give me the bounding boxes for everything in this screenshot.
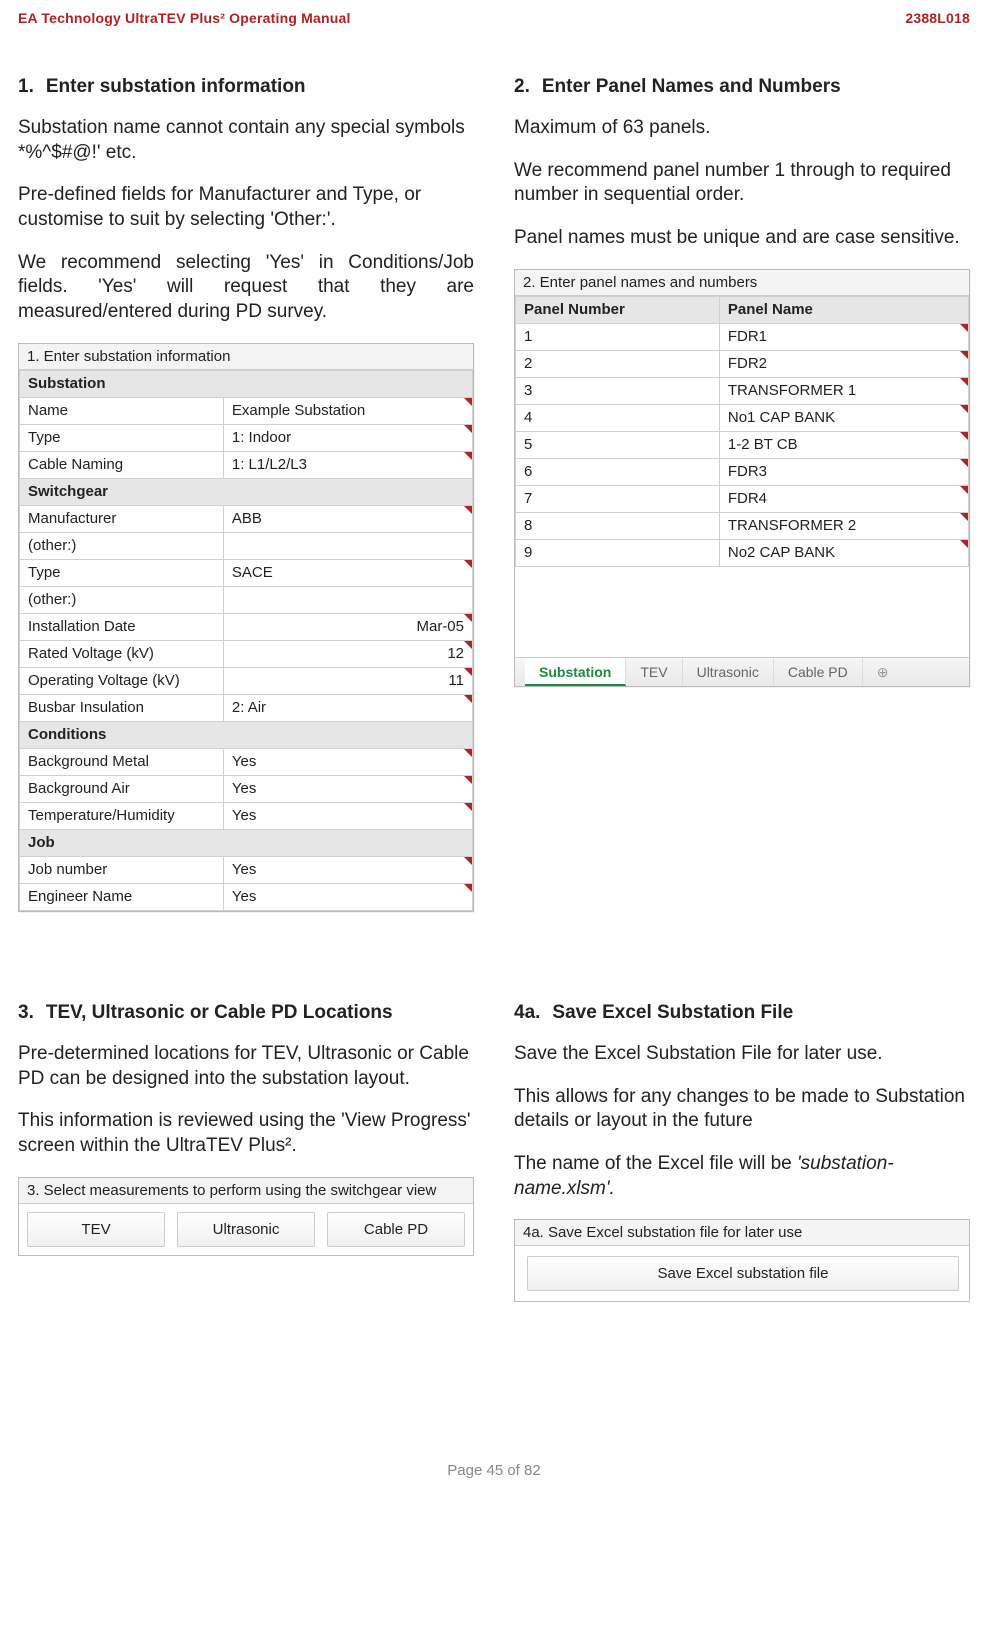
page-footer: Page 45 of 82	[18, 1462, 970, 1479]
save-caption: 4a. Save Excel substation file for later…	[515, 1220, 969, 1246]
substation-info-grid: Substation NameExample Substation Type1:…	[19, 370, 473, 911]
section-4a-heading: 4a. Save Excel Substation File	[514, 1002, 970, 1024]
measurement-widget: 3. Select measurements to perform using …	[18, 1177, 474, 1256]
section-2-p1: Maximum of 63 panels.	[514, 116, 970, 141]
panel-names-table: 2. Enter panel names and numbers Panel N…	[514, 269, 970, 687]
table-row: 6FDR3	[516, 458, 969, 485]
section-2: 2. Enter Panel Names and Numbers Maximum…	[514, 76, 970, 922]
tab-cable-pd[interactable]: Cable PD	[774, 658, 863, 686]
section-1-number: 1.	[18, 76, 34, 98]
section-4a-p3: The name of the Excel file will be 'subs…	[514, 1152, 970, 1201]
section-4a-number: 4a.	[514, 1002, 540, 1024]
panel-names-grid: Panel Number Panel Name 1FDR1 2FDR2 3TRA…	[515, 296, 969, 567]
table-row: 1FDR1	[516, 323, 969, 350]
section-2-heading: 2. Enter Panel Names and Numbers	[514, 76, 970, 98]
section-3: 3. TEV, Ultrasonic or Cable PD Locations…	[18, 1002, 474, 1302]
tev-button[interactable]: TEV	[27, 1212, 165, 1247]
table-row: 7FDR4	[516, 485, 969, 512]
section-4a-title: Save Excel Substation File	[552, 1002, 970, 1024]
section-1-p2: Pre-defined fields for Manufacturer and …	[18, 183, 474, 232]
measurement-caption: 3. Select measurements to perform using …	[19, 1178, 473, 1204]
section-2-number: 2.	[514, 76, 530, 98]
section-4a-p2: This allows for any changes to be made t…	[514, 1085, 970, 1134]
col-panel-name: Panel Name	[719, 296, 968, 323]
table-row: 4No1 CAP BANK	[516, 404, 969, 431]
section-3-heading: 3. TEV, Ultrasonic or Cable PD Locations	[18, 1002, 474, 1024]
section-2-p3: Panel names must be unique and are case …	[514, 226, 970, 251]
group-switchgear: Switchgear	[20, 478, 473, 505]
group-job: Job	[20, 829, 473, 856]
table-row: 9No2 CAP BANK	[516, 539, 969, 566]
section-1-p3: We recommend selecting 'Yes' in Conditio…	[18, 251, 474, 325]
cable-pd-button[interactable]: Cable PD	[327, 1212, 465, 1247]
section-3-p1: Pre-determined locations for TEV, Ultras…	[18, 1042, 474, 1091]
tab-ultrasonic[interactable]: Ultrasonic	[683, 658, 774, 686]
ultrasonic-button[interactable]: Ultrasonic	[177, 1212, 315, 1247]
section-3-p2: This information is reviewed using the '…	[18, 1109, 474, 1158]
table-row: 8TRANSFORMER 2	[516, 512, 969, 539]
substation-info-table: 1. Enter substation information Substati…	[18, 343, 474, 912]
add-sheet-icon[interactable]: ⊕	[863, 658, 903, 686]
group-substation: Substation	[20, 370, 473, 397]
save-excel-button[interactable]: Save Excel substation file	[527, 1256, 959, 1291]
section-1-heading: 1. Enter substation information	[18, 76, 474, 98]
section-3-title: TEV, Ultrasonic or Cable PD Locations	[46, 1002, 474, 1024]
substation-info-caption: 1. Enter substation information	[19, 344, 473, 370]
table-row: 2FDR2	[516, 350, 969, 377]
tab-substation[interactable]: Substation	[525, 658, 626, 686]
tab-tev[interactable]: TEV	[626, 658, 682, 686]
table-row: 51-2 BT CB	[516, 431, 969, 458]
header-left: EA Technology UltraTEV Plus² Operating M…	[18, 10, 351, 26]
section-1-title: Enter substation information	[46, 76, 474, 98]
section-4a-p3a: The name of the Excel file will be	[514, 1153, 797, 1174]
panel-names-caption: 2. Enter panel names and numbers	[515, 270, 969, 296]
header-right: 2388L018	[905, 10, 970, 26]
section-4a: 4a. Save Excel Substation File Save the …	[514, 1002, 970, 1302]
col-panel-number: Panel Number	[516, 296, 720, 323]
section-2-p2: We recommend panel number 1 through to r…	[514, 159, 970, 208]
section-3-number: 3.	[18, 1002, 34, 1024]
save-widget: 4a. Save Excel substation file for later…	[514, 1219, 970, 1302]
section-1: 1. Enter substation information Substati…	[18, 76, 474, 922]
page-header: EA Technology UltraTEV Plus² Operating M…	[18, 10, 970, 26]
section-1-p1: Substation name cannot contain any speci…	[18, 116, 474, 165]
group-conditions: Conditions	[20, 721, 473, 748]
section-2-title: Enter Panel Names and Numbers	[542, 76, 970, 98]
table-row: 3TRANSFORMER 1	[516, 377, 969, 404]
section-4a-p1: Save the Excel Substation File for later…	[514, 1042, 970, 1067]
sheet-tabs: Substation TEV Ultrasonic Cable PD ⊕	[515, 657, 969, 686]
